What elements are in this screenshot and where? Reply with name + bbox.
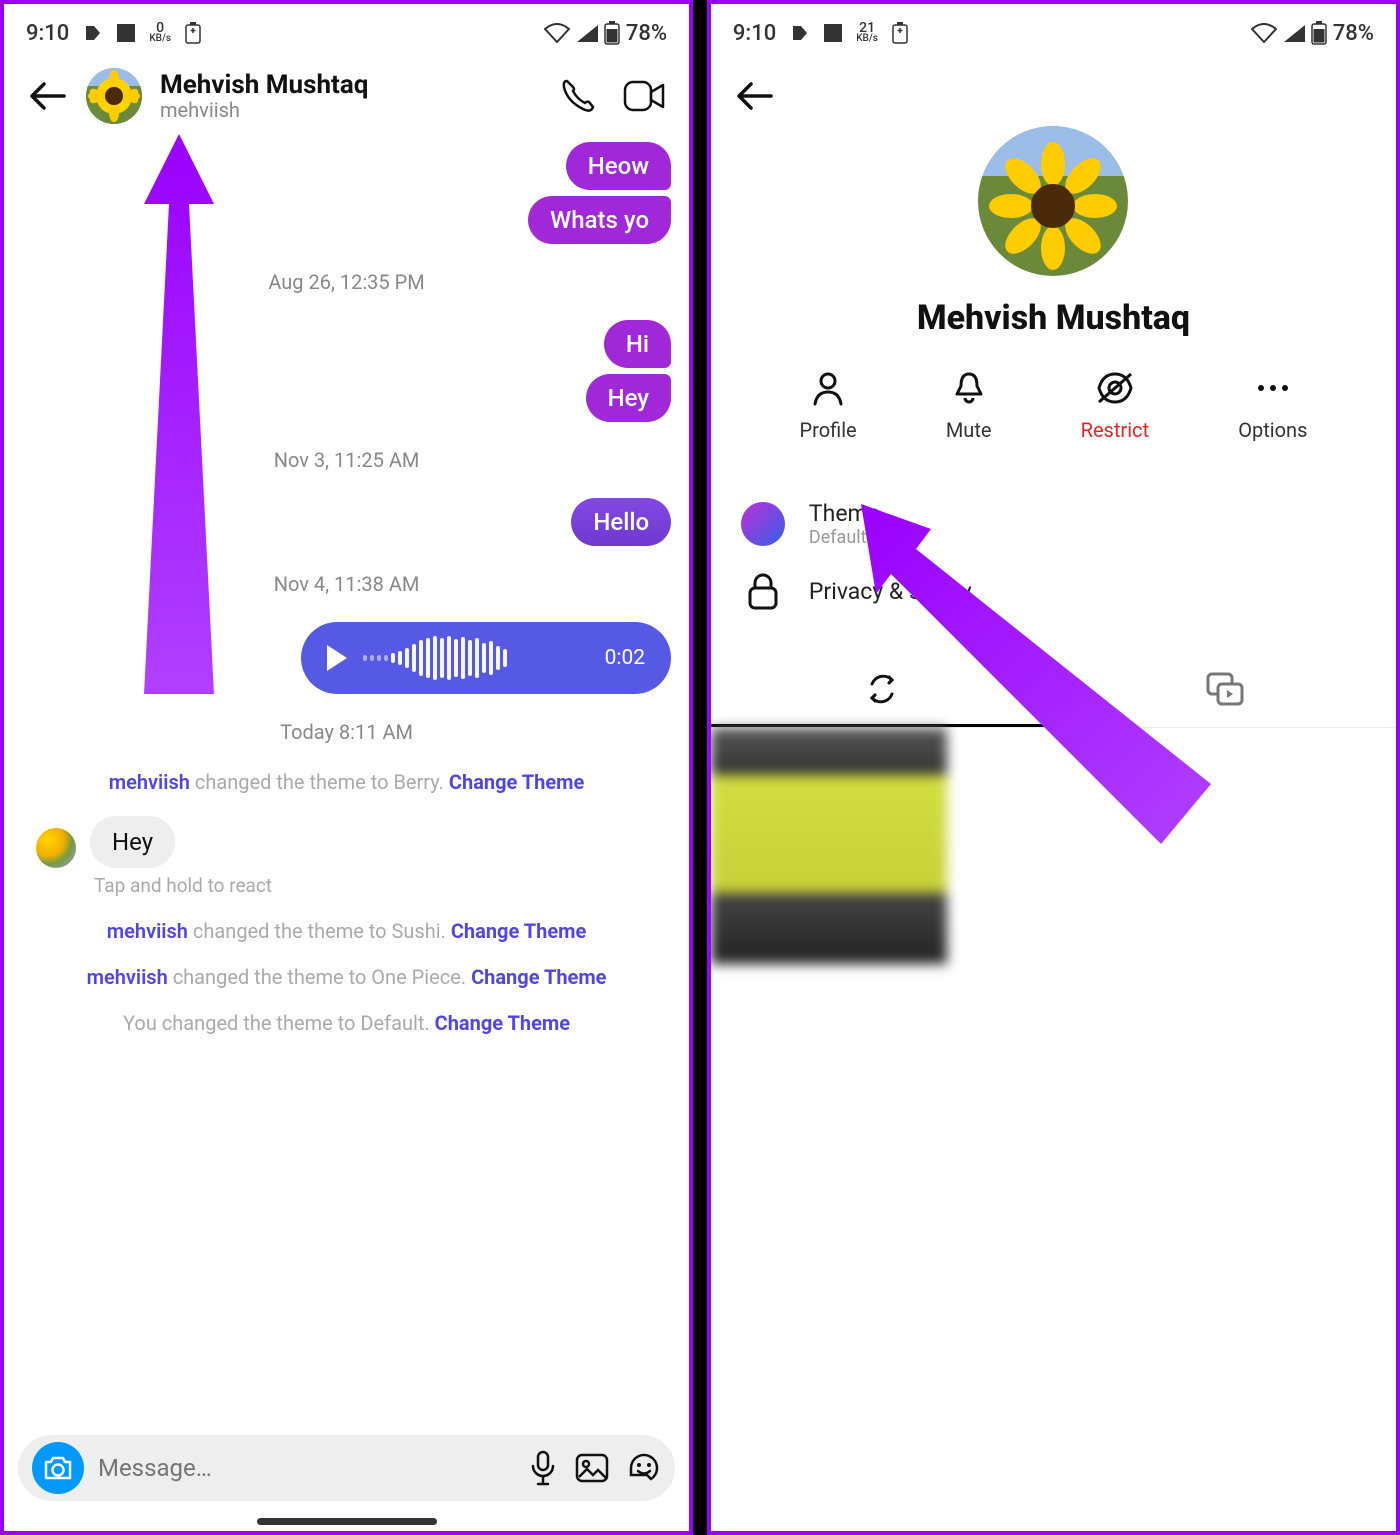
battery-saver-icon — [892, 22, 908, 44]
bell-icon — [949, 368, 989, 408]
system-message: mehviish changed the theme to One Piece.… — [22, 965, 671, 989]
avatar[interactable] — [86, 68, 142, 124]
contact-username: mehviish — [160, 98, 541, 122]
stop-icon — [117, 24, 135, 42]
waveform[interactable] — [363, 636, 589, 680]
audio-call-button[interactable] — [559, 77, 597, 115]
media-tabs — [711, 654, 1396, 728]
privacy-title: Privacy & safety — [809, 578, 1366, 605]
dnd-icon — [83, 23, 103, 43]
media-thumbnail[interactable] — [711, 728, 947, 964]
system-message: mehviish changed the theme to Sushi. Cha… — [22, 919, 671, 943]
contact-name: Mehvish Mushtaq — [160, 70, 541, 100]
status-time: 9:10 — [733, 21, 776, 46]
settings-list: Theme Default Privacy & safety — [711, 442, 1396, 622]
status-time: 9:10 — [26, 21, 69, 46]
sent-message[interactable]: Whats yo — [528, 196, 671, 244]
battery-saver-icon — [185, 22, 201, 44]
status-bar: 9:10 21 KB/s 78% — [711, 4, 1396, 52]
change-theme-link[interactable]: Change Theme — [451, 919, 586, 943]
sent-message[interactable]: Hi — [604, 320, 671, 368]
change-theme-link[interactable]: Change Theme — [449, 770, 584, 794]
gallery-button[interactable] — [575, 1453, 609, 1483]
battery-percent: 78% — [1333, 21, 1374, 46]
profile-section: Mehvish Mushtaq Profile Mute Restrict Op… — [711, 116, 1396, 442]
restrict-action[interactable]: Restrict — [1081, 368, 1149, 442]
media-icon — [1206, 672, 1244, 706]
theme-setting[interactable]: Theme Default — [741, 488, 1366, 560]
received-message[interactable]: Hey — [90, 816, 175, 868]
camera-button[interactable] — [32, 1442, 84, 1494]
tab-shared[interactable] — [711, 654, 1054, 727]
more-icon — [1253, 368, 1293, 408]
profile-avatar[interactable] — [978, 126, 1128, 276]
system-message: mehviish changed the theme to Berry. Cha… — [22, 770, 671, 794]
change-theme-link[interactable]: Change Theme — [435, 1011, 570, 1035]
messages-area[interactable]: Heow Whats yo Aug 26, 12:35 PM Hi Hey No… — [4, 142, 689, 1035]
sent-message[interactable]: Hello — [571, 498, 671, 546]
play-icon[interactable] — [327, 645, 347, 671]
signal-icon — [1283, 24, 1305, 42]
phone-screen-chat: 9:10 0 KB/s 78% Mehvish Mushtaq mehviish — [0, 0, 693, 1535]
back-button[interactable] — [28, 76, 68, 116]
tab-media[interactable] — [1053, 654, 1396, 727]
voice-message[interactable]: 0:02 — [301, 622, 671, 694]
system-message: You changed the theme to Default. Change… — [22, 1011, 671, 1035]
received-message-row: Hey — [22, 816, 671, 868]
theme-subtitle: Default — [809, 527, 1366, 548]
chat-header: Mehvish Mushtaq mehviish — [4, 52, 689, 136]
profile-actions: Profile Mute Restrict Options — [711, 368, 1396, 442]
timestamp: Today 8:11 AM — [22, 720, 671, 744]
sticker-button[interactable] — [627, 1451, 661, 1485]
privacy-setting[interactable]: Privacy & safety — [741, 560, 1366, 622]
video-call-button[interactable] — [623, 80, 665, 112]
network-speed: 0 KB/s — [149, 23, 171, 43]
battery-percent: 78% — [626, 21, 667, 46]
battery-icon — [604, 21, 620, 45]
sent-message[interactable]: Hey — [586, 374, 671, 422]
message-input[interactable] — [98, 1454, 515, 1482]
reaction-hint: Tap and hold to react — [22, 874, 671, 897]
lock-icon — [741, 572, 785, 610]
wifi-icon — [544, 23, 570, 43]
theme-title: Theme — [809, 500, 1366, 527]
timestamp: Nov 3, 11:25 AM — [22, 448, 671, 472]
sync-icon — [865, 672, 899, 706]
home-indicator[interactable] — [257, 1518, 437, 1525]
back-button[interactable] — [735, 76, 775, 116]
change-theme-link[interactable]: Change Theme — [471, 965, 606, 989]
options-action[interactable]: Options — [1238, 368, 1307, 442]
profile-name: Mehvish Mushtaq — [917, 298, 1190, 338]
stop-icon — [824, 24, 842, 42]
battery-icon — [1311, 21, 1327, 45]
message-composer — [18, 1435, 675, 1501]
media-grid[interactable] — [711, 728, 1396, 964]
profile-icon — [808, 368, 848, 408]
dnd-icon — [790, 23, 810, 43]
sent-message[interactable]: Heow — [566, 142, 671, 190]
signal-icon — [576, 24, 598, 42]
phone-screen-profile: 9:10 21 KB/s 78% Mehvish Mushtaq — [707, 0, 1400, 1535]
status-bar: 9:10 0 KB/s 78% — [4, 4, 689, 52]
screen-divider — [693, 0, 707, 1535]
contact-info[interactable]: Mehvish Mushtaq mehviish — [160, 70, 541, 122]
wifi-icon — [1251, 23, 1277, 43]
timestamp: Aug 26, 12:35 PM — [22, 270, 671, 294]
network-speed: 21 KB/s — [856, 23, 878, 43]
avatar[interactable] — [36, 828, 76, 868]
mic-button[interactable] — [529, 1450, 557, 1486]
profile-action[interactable]: Profile — [800, 368, 857, 442]
voice-duration: 0:02 — [605, 646, 646, 670]
timestamp: Nov 4, 11:38 AM — [22, 572, 671, 596]
restrict-icon — [1095, 368, 1135, 408]
mute-action[interactable]: Mute — [946, 368, 992, 442]
theme-icon — [741, 502, 785, 546]
